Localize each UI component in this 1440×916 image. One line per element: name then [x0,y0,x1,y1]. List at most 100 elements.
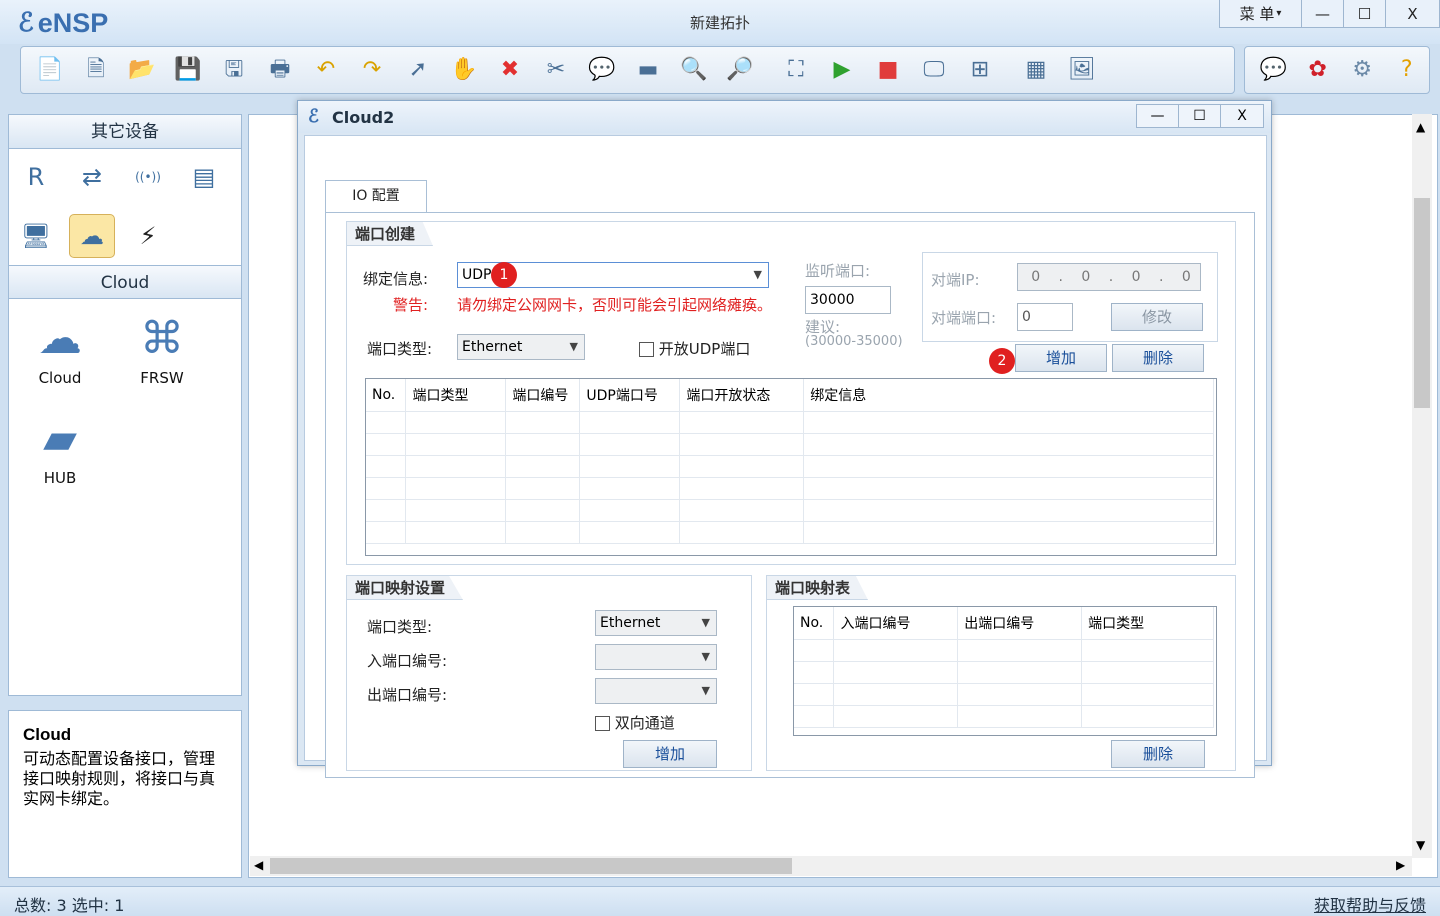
tab-io-config[interactable]: IO 配置 [325,180,427,212]
scroll-up-icon[interactable]: ▲ [1416,120,1425,134]
add-port-button[interactable]: 增加 [1015,344,1107,372]
stop-device-button[interactable]: ■ [865,50,911,90]
modify-button[interactable]: 修改 [1111,303,1203,331]
minimize-button[interactable]: — [1302,0,1344,27]
table-row[interactable] [366,499,1214,522]
column-header[interactable]: No. [366,379,407,412]
screenshot-button[interactable]: 🖼 [1059,50,1105,90]
in-port-select[interactable]: ▼ [595,644,717,670]
delete-link-button[interactable]: ✂ [533,50,579,90]
main-menu-button[interactable]: 菜 单 ▾ [1220,0,1302,27]
column-header[interactable]: 入端口编号 [833,607,959,640]
open-udp-checkbox-row[interactable]: 开放UDP端口 [639,338,750,359]
chat-button[interactable]: 💬 [1251,50,1296,90]
zoom-in-button[interactable]: 🔍 [671,50,717,90]
mapping-table-header: 端口映射表 [767,576,869,600]
category-pc[interactable]: 🖥 [13,214,59,258]
table-row[interactable] [366,455,1214,478]
category-switch[interactable]: ⇄ [69,155,115,199]
column-header[interactable]: 绑定信息 [803,379,1214,412]
peer-port-input[interactable]: 0 [1017,303,1073,331]
column-header[interactable]: 出端口编号 [957,607,1083,640]
table-row[interactable] [794,661,1214,684]
vertical-scrollbar[interactable]: ▲ ▼ [1412,114,1432,858]
category-cloud[interactable]: ☁ [69,214,115,258]
port-type-select[interactable]: Ethernet ▼ [457,334,585,360]
column-header[interactable]: 端口开放状态 [679,379,805,412]
table-row[interactable] [794,683,1214,706]
fit-view-button[interactable]: ⛶ [773,50,819,90]
column-header[interactable]: 端口编号 [505,379,581,412]
column-header[interactable]: 端口类型 [1081,607,1214,640]
redo-button[interactable]: ↷ [349,50,395,90]
open-folder-icon: 📂 [128,57,156,82]
scroll-right-icon[interactable]: ▶ [1396,858,1405,872]
table-row[interactable] [366,433,1214,456]
dialog-title-bar[interactable]: ℰ Cloud2 — ☐ X [298,101,1271,133]
delete-mapping-button[interactable]: 删除 [1111,740,1205,768]
peer-ip-input[interactable]: 0. 0. 0. 0 [1017,263,1201,291]
bidirectional-checkbox[interactable] [595,716,610,731]
add-mapping-button[interactable]: 增加 [623,740,717,768]
vertical-scroll-thumb[interactable] [1414,198,1430,408]
start-device-icon: ▶ [833,57,851,82]
scroll-left-icon[interactable]: ◀ [254,858,263,872]
table-row[interactable] [366,411,1214,434]
dialog-maximize-button[interactable]: ☐ [1179,105,1221,127]
save-button[interactable]: 💾 [165,50,211,90]
select-pointer-button[interactable]: ➚ [395,50,441,90]
maximize-button[interactable]: ☐ [1344,0,1386,27]
category-router[interactable]: R [13,155,59,199]
table-cell [794,639,835,662]
start-device-button[interactable]: ▶ [819,50,865,90]
dialog-close-button[interactable]: X [1221,105,1263,127]
delete-port-button[interactable]: 删除 [1112,344,1204,372]
print-button[interactable]: 🖶 [257,50,303,90]
bidirectional-row[interactable]: 双向通道 [595,712,675,733]
pan-hand-button[interactable]: ✋ [441,50,487,90]
column-header[interactable]: UDP端口号 [579,379,681,412]
save-as-button[interactable]: 🖫 [211,50,257,90]
dialog-minimize-button[interactable]: — [1137,105,1179,127]
open-folder-button[interactable]: 📂 [119,50,165,90]
text-comment-button[interactable]: 💬 [579,50,625,90]
table-row[interactable] [366,477,1214,500]
rectangle-button[interactable]: ▬ [625,50,671,90]
settings-gear-button[interactable]: ⚙ [1340,50,1385,90]
delete-button[interactable]: ✖ [487,50,533,90]
listen-port-input[interactable]: 30000 [805,286,891,314]
new-topology-button[interactable]: 🗎 [73,50,119,90]
out-port-select[interactable]: ▼ [595,678,717,704]
new-file-button[interactable]: 📄 [27,50,73,90]
new-topology-icon: 🗎 [87,57,105,82]
pan-hand-icon: ✋ [450,57,478,82]
column-header[interactable]: No. [794,607,835,640]
column-header[interactable]: 端口类型 [405,379,507,412]
grid-button[interactable]: ▦ [1013,50,1059,90]
table-row[interactable] [366,521,1214,544]
category-wireless[interactable]: ((•)) [125,155,171,199]
help-button[interactable]: ? [1385,50,1430,90]
huawei-button[interactable]: ✿ [1296,50,1341,90]
zoom-out-button[interactable]: 🔎 [717,50,763,90]
open-udp-checkbox[interactable] [639,342,654,357]
capture-button[interactable]: 🖵 [911,50,957,90]
category-power[interactable]: ⚡ [125,214,171,258]
table-row[interactable] [794,705,1214,728]
scroll-down-icon[interactable]: ▼ [1416,838,1425,852]
device-item-hub[interactable]: ▰ HUB [25,409,95,487]
mapping-port-type-select[interactable]: Ethernet ▼ [595,610,717,636]
category-firewall[interactable]: ▤ [181,155,227,199]
device-item-cloud[interactable]: ☁ Cloud [25,309,95,387]
undo-button[interactable]: ↶ [303,50,349,90]
horizontal-scroll-thumb[interactable] [270,858,792,874]
horizontal-scrollbar[interactable]: ◀ ▶ [250,856,1412,876]
close-button[interactable]: X [1386,0,1440,27]
table-cell [957,683,1083,706]
device-item-frsw[interactable]: ⌘ FRSW [127,309,197,387]
help-feedback-link[interactable]: 获取帮助与反馈 [1314,892,1426,916]
table-row[interactable] [794,639,1214,662]
table-cell [1081,705,1214,728]
table-cell [579,411,681,434]
topology-button[interactable]: ⊞ [957,50,1003,90]
